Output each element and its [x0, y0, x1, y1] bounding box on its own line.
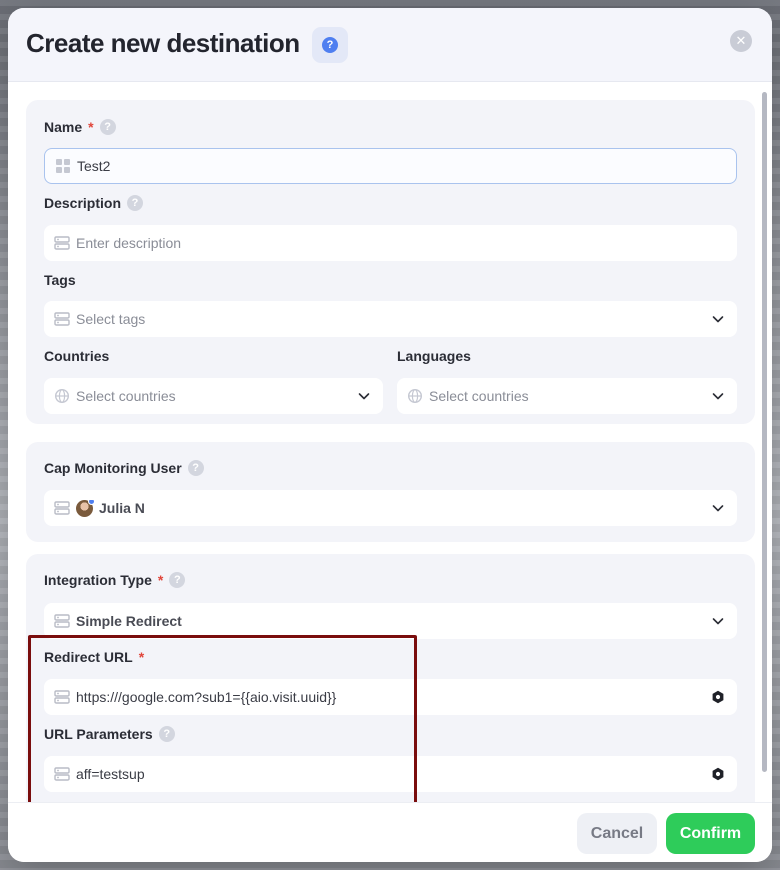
- annotation-highlight-box: [28, 635, 417, 811]
- integration-type-value: Simple Redirect: [76, 613, 182, 629]
- required-mark: *: [157, 572, 164, 588]
- tags-placeholder: Select tags: [76, 311, 146, 327]
- scrollbar[interactable]: [762, 92, 767, 772]
- description-placeholder: Enter description: [76, 235, 182, 251]
- chevron-down-icon: [712, 393, 724, 400]
- help-icon[interactable]: ?: [187, 460, 204, 476]
- section-basic-info: Name * ? Test2 Description ? Enter descr…: [26, 100, 755, 424]
- avatar: [76, 499, 95, 517]
- description-label: Description ?: [44, 195, 144, 211]
- cap-monitoring-label: Cap Monitoring User ?: [44, 460, 204, 476]
- server-icon: [54, 312, 70, 326]
- chevron-down-icon: [712, 618, 724, 625]
- chevron-down-icon: [712, 316, 724, 323]
- cancel-button[interactable]: Cancel: [577, 813, 657, 854]
- cap-monitoring-user-select[interactable]: Julia N: [44, 490, 737, 526]
- confirm-button[interactable]: Confirm: [666, 813, 755, 854]
- tags-label: Tags: [44, 272, 76, 288]
- modal-title: Create new destination: [26, 28, 300, 58]
- globe-icon: [54, 388, 70, 404]
- countries-select[interactable]: Select countries: [44, 378, 383, 414]
- help-icon[interactable]: ?: [99, 119, 116, 135]
- required-mark: *: [88, 119, 94, 135]
- languages-label: Languages: [397, 348, 471, 364]
- languages-select[interactable]: Select countries: [397, 378, 737, 414]
- integration-type-select[interactable]: Simple Redirect: [44, 603, 737, 639]
- globe-icon: [407, 388, 423, 404]
- name-field[interactable]: Test2: [44, 148, 737, 184]
- tags-select[interactable]: Select tags: [44, 301, 737, 337]
- help-icon[interactable]: ?: [127, 195, 144, 211]
- grid-icon: [56, 159, 70, 173]
- chevron-down-icon: [712, 505, 724, 512]
- server-icon: [54, 501, 70, 515]
- create-destination-modal: Create new destination ? ✕ Name * ? Test…: [8, 8, 772, 862]
- countries-placeholder: Select countries: [76, 388, 176, 404]
- countries-label: Countries: [44, 348, 110, 364]
- integration-type-label: Integration Type * ?: [44, 572, 186, 588]
- modal-header: Create new destination ? ✕: [8, 8, 772, 82]
- modal-footer: Cancel Confirm: [8, 802, 772, 862]
- description-field[interactable]: Enter description: [44, 225, 737, 261]
- title-help-button[interactable]: ?: [312, 27, 348, 63]
- status-dot: [88, 499, 95, 505]
- server-icon: [54, 236, 70, 250]
- help-icon[interactable]: ?: [169, 572, 186, 588]
- close-icon: ✕: [735, 33, 747, 48]
- hexagon-settings-icon[interactable]: [711, 690, 725, 704]
- languages-placeholder: Select countries: [429, 388, 529, 404]
- selected-user: Julia N: [76, 499, 711, 517]
- server-icon: [54, 614, 70, 628]
- section-cap-monitoring: Cap Monitoring User ? Julia N: [26, 442, 755, 542]
- hexagon-settings-icon[interactable]: [711, 767, 725, 781]
- name-value: Test2: [77, 158, 111, 174]
- question-icon: ?: [322, 37, 338, 53]
- name-label: Name * ?: [44, 119, 116, 135]
- chevron-down-icon: [358, 393, 370, 400]
- close-button[interactable]: ✕: [730, 30, 752, 52]
- user-name: Julia N: [99, 500, 145, 516]
